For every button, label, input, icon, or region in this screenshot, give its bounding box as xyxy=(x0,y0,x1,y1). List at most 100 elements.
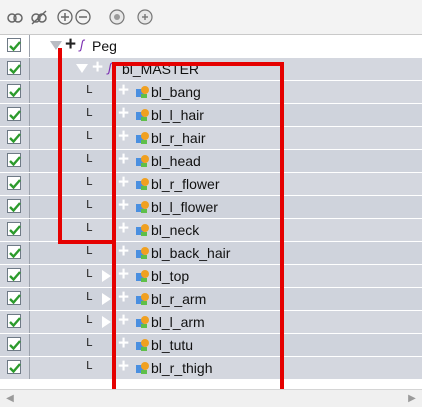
tree-row-drawing[interactable]: L + bl_r_hair xyxy=(0,127,422,150)
tree-branch-icon: L xyxy=(86,244,93,257)
peg-plus-icon: + xyxy=(65,35,77,55)
tree-branch-icon: L xyxy=(86,313,93,326)
visibility-checkbox[interactable] xyxy=(7,107,21,121)
drawing-plus-icon: + xyxy=(118,287,130,308)
scroll-right-icon[interactable]: ▶ xyxy=(404,392,420,405)
layer-label: bl_bang xyxy=(151,84,201,100)
drawing-plus-icon: + xyxy=(118,103,130,124)
visibility-checkbox[interactable] xyxy=(7,38,21,52)
tree-branch-icon: L xyxy=(86,221,93,234)
layer-label: bl_head xyxy=(151,153,201,169)
hide-icon[interactable] xyxy=(30,8,48,26)
peg-plus-icon: + xyxy=(92,57,104,78)
visibility-checkbox[interactable] xyxy=(7,84,21,98)
divider xyxy=(29,35,30,57)
divider xyxy=(29,334,30,356)
drawing-plus-icon: + xyxy=(118,195,130,216)
divider xyxy=(29,311,30,333)
drawing-plus-icon: + xyxy=(118,333,130,354)
visibility-checkbox[interactable] xyxy=(7,314,21,328)
expand-arrow-icon[interactable] xyxy=(50,41,62,50)
drawing-plus-icon: + xyxy=(118,80,130,101)
tree-row-drawing[interactable]: L + bl_l_flower xyxy=(0,196,422,219)
peg-icon: ʃ xyxy=(108,60,112,75)
scroll-left-icon[interactable]: ◀ xyxy=(2,392,18,405)
tree-row-drawing[interactable]: L + bl_r_arm xyxy=(0,288,422,311)
layer-label: Peg xyxy=(92,38,117,54)
tree-branch-icon: L xyxy=(86,359,93,372)
layer-label: bl_r_flower xyxy=(151,176,220,192)
add-icon[interactable] xyxy=(136,8,154,26)
layer-label: bl_neck xyxy=(151,222,200,238)
divider xyxy=(29,104,30,126)
tree-row-master[interactable]: + ʃ bl_MASTER xyxy=(0,58,422,81)
visibility-checkbox[interactable] xyxy=(7,337,21,351)
drawing-plus-icon: + xyxy=(118,310,130,331)
layer-label: bl_l_hair xyxy=(151,107,204,123)
tree-row-drawing[interactable]: L + bl_l_arm xyxy=(0,311,422,334)
tree-row-drawing[interactable]: L + bl_back_hair xyxy=(0,242,422,265)
tree-row-drawing[interactable]: L + bl_top xyxy=(0,265,422,288)
layer-label: bl_l_flower xyxy=(151,199,218,215)
divider xyxy=(29,357,30,379)
tree-branch-icon: L xyxy=(86,198,93,211)
divider xyxy=(29,173,30,195)
tree-row-drawing[interactable]: L + bl_l_hair xyxy=(0,104,422,127)
tree-branch-icon: L xyxy=(86,336,93,349)
timeline-toolbar xyxy=(0,0,422,35)
visibility-checkbox[interactable] xyxy=(7,130,21,144)
drawing-layer-icon xyxy=(135,269,149,283)
visibility-checkbox[interactable] xyxy=(7,360,21,374)
layer-label: bl_r_arm xyxy=(151,291,207,307)
expand-icon[interactable] xyxy=(56,8,74,26)
drawing-plus-icon: + xyxy=(118,172,130,193)
tree-row-drawing[interactable]: L + bl_neck xyxy=(0,219,422,242)
horizontal-scrollbar[interactable]: ◀ ▶ xyxy=(0,389,422,407)
layer-label: bl_back_hair xyxy=(151,245,231,261)
drawing-layer-icon xyxy=(135,338,149,352)
drawing-layer-icon xyxy=(135,85,149,99)
tree-row-drawing[interactable]: L + bl_r_flower xyxy=(0,173,422,196)
tree-row-drawing[interactable]: L + bl_tutu xyxy=(0,334,422,357)
layer-label: bl_MASTER xyxy=(122,61,200,77)
drawing-layer-icon xyxy=(135,131,149,145)
tree-row-peg[interactable]: + ʃ Peg xyxy=(0,35,422,58)
visibility-checkbox[interactable] xyxy=(7,199,21,213)
tree-branch-icon: L xyxy=(86,175,93,188)
tree-branch-icon: L xyxy=(86,152,93,165)
visibility-checkbox[interactable] xyxy=(7,61,21,75)
layer-tree: + ʃ Peg + ʃ bl_MASTER L + bl_bang L + bl_l_ha… xyxy=(0,35,422,388)
drawing-layer-icon xyxy=(135,108,149,122)
divider xyxy=(29,219,30,241)
expand-arrow-icon[interactable] xyxy=(76,64,88,73)
expand-arrow-icon[interactable] xyxy=(102,270,111,282)
visibility-checkbox[interactable] xyxy=(7,222,21,236)
view-all-icon[interactable] xyxy=(6,8,24,26)
peg-icon: ʃ xyxy=(80,37,84,52)
drawing-layer-icon xyxy=(135,200,149,214)
expand-arrow-icon[interactable] xyxy=(102,316,111,328)
visibility-checkbox[interactable] xyxy=(7,245,21,259)
drawing-plus-icon: + xyxy=(118,264,130,285)
drawing-layer-icon xyxy=(135,292,149,306)
tree-row-drawing[interactable]: L + bl_r_thigh xyxy=(0,357,422,380)
divider xyxy=(29,242,30,264)
tree-row-drawing[interactable]: L + bl_bang xyxy=(0,81,422,104)
visibility-checkbox[interactable] xyxy=(7,176,21,190)
expand-arrow-icon[interactable] xyxy=(102,293,111,305)
tree-branch-icon: L xyxy=(86,290,93,303)
divider xyxy=(29,150,30,172)
drawing-plus-icon: + xyxy=(118,149,130,170)
collapse-icon[interactable] xyxy=(74,8,92,26)
layer-label: bl_tutu xyxy=(151,337,194,353)
visibility-checkbox[interactable] xyxy=(7,268,21,282)
tree-row-drawing[interactable]: L + bl_head xyxy=(0,150,422,173)
drawing-plus-icon: + xyxy=(118,218,130,239)
tree-branch-icon: L xyxy=(86,83,93,96)
drawing-layer-icon xyxy=(135,154,149,168)
visibility-checkbox[interactable] xyxy=(7,291,21,305)
drawing-layer-icon xyxy=(135,361,149,375)
enable-icon[interactable] xyxy=(108,8,126,26)
visibility-checkbox[interactable] xyxy=(7,153,21,167)
tree-branch-icon: L xyxy=(86,106,93,119)
